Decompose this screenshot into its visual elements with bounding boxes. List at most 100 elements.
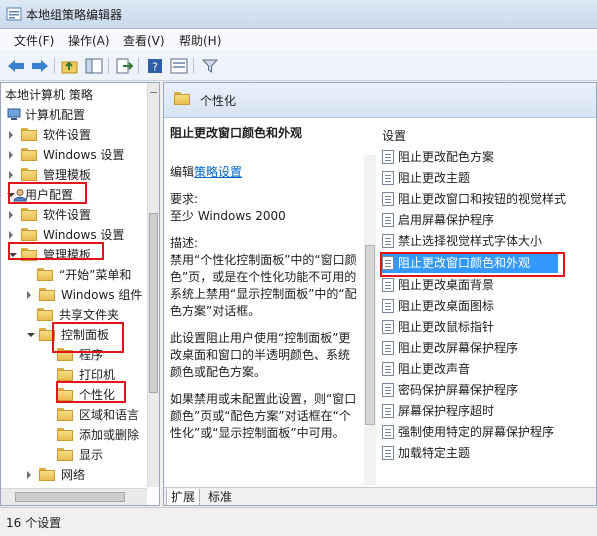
settings-column-header[interactable]: 设置 xyxy=(382,127,406,144)
folder-icon xyxy=(37,308,53,321)
folder-icon xyxy=(21,228,37,241)
back-icon[interactable] xyxy=(6,56,26,76)
view-tabs: 扩展 标准 xyxy=(164,487,596,505)
expand-arrow-icon[interactable] xyxy=(9,131,13,139)
menu-action[interactable]: 操作(A) xyxy=(68,32,110,49)
tree-item-label: 软件设置 xyxy=(43,128,92,142)
tree-item-user-software-settings[interactable]: 软件设置 xyxy=(5,205,145,225)
folder-icon xyxy=(37,268,53,281)
requirement-value: 至少 Windows 2000 xyxy=(170,209,286,223)
details-pane: 个性化 阻止更改窗口颜色和外观 编辑策略设置 要求: 至少 Windows 20… xyxy=(163,82,597,506)
setting-row[interactable]: 启用屏幕保护程序 xyxy=(382,210,582,230)
policy-setting-icon xyxy=(382,425,394,439)
help-icon[interactable]: ? xyxy=(145,56,165,76)
policy-setting-icon xyxy=(382,404,394,418)
policy-setting-icon xyxy=(382,362,394,376)
folder-icon xyxy=(21,208,37,221)
status-text: 16 个设置 xyxy=(6,516,62,530)
tree-vertical-scrollbar[interactable] xyxy=(147,83,159,487)
annotation-admin-templates xyxy=(8,242,104,260)
expand-arrow-icon[interactable] xyxy=(9,151,13,159)
setting-row[interactable]: 阻止更改鼠标指针 xyxy=(382,317,582,337)
toolbar-separator xyxy=(108,58,109,74)
tree-item-label: “开始”菜单和 xyxy=(59,268,132,282)
description-label: 描述: xyxy=(170,236,199,250)
policy-setting-icon xyxy=(382,192,394,206)
setting-row[interactable]: 阻止更改窗口和按钮的视觉样式 xyxy=(382,189,582,209)
policy-setting-icon xyxy=(382,341,394,355)
tree-item-label: 区域和语言 xyxy=(79,408,140,422)
setting-row[interactable]: 阻止更改桌面图标 xyxy=(382,296,582,316)
setting-row[interactable]: 阻止更改桌面背景 xyxy=(382,275,582,295)
setting-label: 阻止更改主题 xyxy=(398,171,471,185)
edit-prefix: 编辑 xyxy=(170,165,195,179)
expand-arrow-icon[interactable] xyxy=(27,291,31,299)
properties-icon[interactable] xyxy=(169,56,189,76)
tree-item-region-language[interactable]: 区域和语言 xyxy=(5,405,145,425)
folder-icon xyxy=(21,148,37,161)
setting-row[interactable]: 阻止更改声音 xyxy=(382,359,582,379)
menu-view[interactable]: 查看(V) xyxy=(123,32,165,49)
folder-icon xyxy=(57,448,73,461)
setting-label: 阻止更改鼠标指针 xyxy=(398,320,495,334)
setting-row[interactable]: 禁止选择视觉样式字体大小 xyxy=(382,231,582,251)
toolbar: ? xyxy=(0,52,597,81)
tree-item-display[interactable]: 显示 xyxy=(5,445,145,465)
window-title: 本地组策略编辑器 xyxy=(26,8,123,22)
edit-policy-link[interactable]: 策略设置 xyxy=(194,165,242,179)
scroll-thumb[interactable] xyxy=(365,245,375,425)
policy-setting-icon xyxy=(382,213,394,227)
toolbar-separator xyxy=(138,58,139,74)
setting-label: 加载特定主题 xyxy=(398,446,471,460)
tree-item-windows-settings[interactable]: Windows 设置 xyxy=(5,145,145,165)
tree-item-computer-config[interactable]: 计算机配置 xyxy=(5,105,145,125)
policy-title: 阻止更改窗口颜色和外观 xyxy=(170,126,303,140)
title-bar: 本地组策略编辑器 xyxy=(0,0,597,29)
tree-horizontal-scrollbar[interactable] xyxy=(1,488,147,505)
policy-setting-icon xyxy=(382,320,394,334)
setting-row[interactable]: 屏幕保护程序超时 xyxy=(382,401,582,421)
folder-icon xyxy=(39,468,55,481)
setting-row[interactable]: 阻止更改主题 xyxy=(382,168,582,188)
tree-item-start-menu[interactable]: “开始”菜单和 xyxy=(5,265,145,285)
setting-row[interactable]: 阻止更改屏幕保护程序 xyxy=(382,338,582,358)
expand-arrow-icon[interactable] xyxy=(9,171,13,179)
policy-setting-icon xyxy=(382,278,394,292)
menu-bar: 文件(F) 操作(A) 查看(V) 帮助(H) xyxy=(0,29,597,51)
tab-extended[interactable]: 扩展 xyxy=(166,489,201,505)
filter-icon[interactable] xyxy=(200,56,220,76)
tree-item-software-settings[interactable]: 软件设置 xyxy=(5,125,145,145)
expand-arrow-icon[interactable] xyxy=(9,231,13,239)
scroll-up-icon[interactable] xyxy=(150,85,157,93)
annotation-control-panel xyxy=(52,322,124,353)
scroll-thumb[interactable] xyxy=(149,213,158,393)
tree-root-label: 本地计算机 策略 xyxy=(5,88,93,102)
setting-row[interactable]: 阻止更改配色方案 xyxy=(382,147,582,167)
tree-item-label: 添加或删除 xyxy=(79,428,140,442)
expand-arrow-icon[interactable] xyxy=(9,211,13,219)
forward-icon[interactable] xyxy=(30,56,50,76)
setting-label: 启用屏幕保护程序 xyxy=(398,213,495,227)
export-icon[interactable] xyxy=(114,56,134,76)
tree-item-add-remove[interactable]: 添加或删除 xyxy=(5,425,145,445)
setting-row[interactable]: 密码保护屏幕保护程序 xyxy=(382,380,582,400)
setting-row[interactable]: 加载特定主题 xyxy=(382,443,582,463)
scroll-thumb[interactable] xyxy=(15,492,125,502)
setting-label: 密码保护屏幕保护程序 xyxy=(398,383,519,397)
status-bar: 16 个设置 xyxy=(0,507,597,536)
tree-item-label: Windows 组件 xyxy=(61,288,143,302)
collapse-arrow-icon[interactable] xyxy=(27,333,35,337)
menu-help[interactable]: 帮助(H) xyxy=(179,32,221,49)
tree-item-network[interactable]: 网络 xyxy=(5,465,145,485)
folder-icon xyxy=(57,408,73,421)
policy-setting-icon xyxy=(382,383,394,397)
setting-row[interactable]: 强制使用特定的屏幕保护程序 xyxy=(382,422,582,442)
menu-file[interactable]: 文件(F) xyxy=(14,32,54,49)
description-scrollbar[interactable] xyxy=(364,155,376,485)
tab-standard[interactable]: 标准 xyxy=(204,489,236,505)
expand-arrow-icon[interactable] xyxy=(27,471,31,479)
up-folder-icon[interactable] xyxy=(60,56,80,76)
show-hide-tree-icon[interactable] xyxy=(84,56,104,76)
tree-item-windows-components[interactable]: Windows 组件 xyxy=(5,285,145,305)
tree-item-label: Windows 设置 xyxy=(43,148,125,162)
